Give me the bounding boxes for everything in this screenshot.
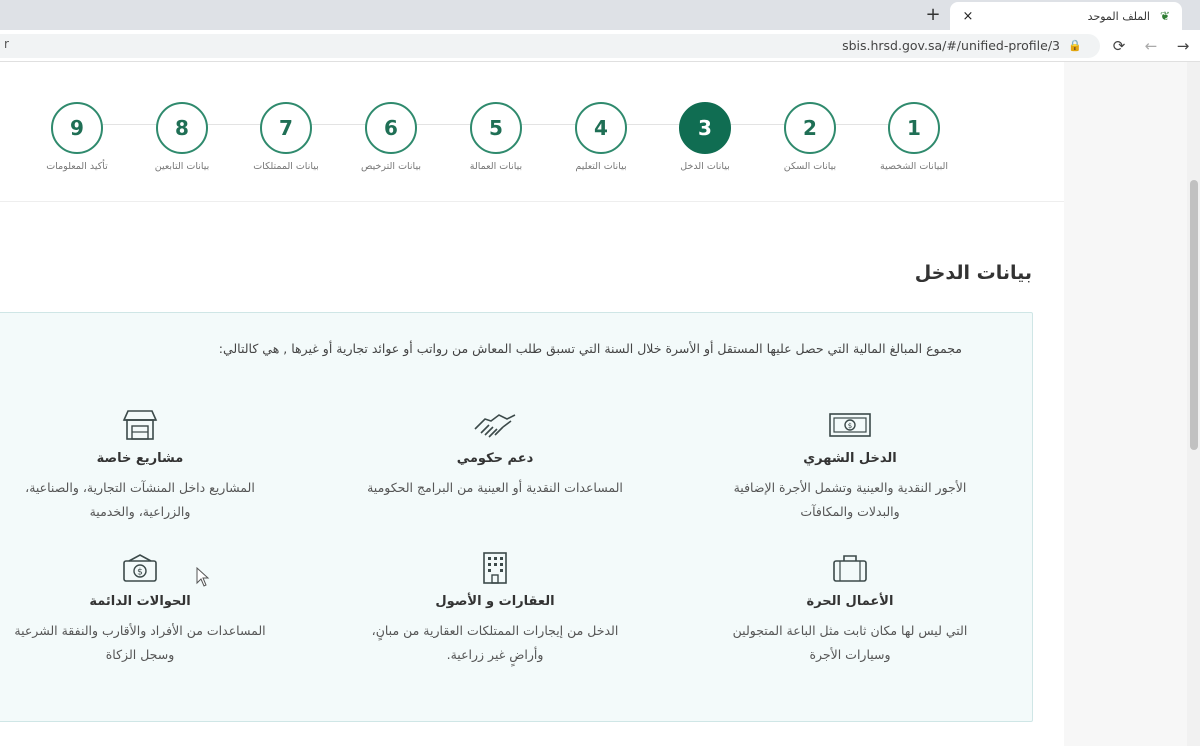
step-number: 7: [260, 102, 312, 154]
step-number: 8: [156, 102, 208, 154]
step-number: 1: [888, 102, 940, 154]
back-icon[interactable]: →: [1172, 35, 1194, 57]
step-6[interactable]: 6 بيانات الترخيص: [331, 102, 451, 172]
step-number: 5: [470, 102, 522, 154]
income-card-monthly: $ الدخل الشهري الأجور النقدية والعينية و…: [685, 407, 1015, 524]
building-icon: [330, 550, 660, 586]
step-label: بيانات العمالة: [469, 161, 523, 172]
page-gutter: [1064, 62, 1187, 746]
mouse-cursor-icon: [196, 567, 210, 587]
step-3[interactable]: 3 بيانات الدخل: [645, 102, 765, 172]
reload-icon[interactable]: ⟳: [1108, 35, 1130, 57]
browser-tabstrip: + ❦ الملف الموحد ×: [0, 0, 1200, 30]
browser-tab[interactable]: ❦ الملف الموحد ×: [950, 2, 1182, 30]
step-label: بيانات السكن: [783, 161, 837, 172]
lock-icon[interactable]: 🔒: [1068, 39, 1082, 52]
tab-title: الملف الموحد: [1087, 9, 1150, 23]
svg-text:$: $: [137, 568, 143, 578]
card-description: المساعدات النقدية أو العينية من البرامج …: [367, 480, 623, 495]
card-description: الأجور النقدية والعينية وتشمل الأجرة الإ…: [733, 480, 967, 519]
browser-toolbar: r sbis.hrsd.gov.sa/#/unified-profile/3 🔒: [0, 30, 1200, 62]
handshake-icon: [330, 407, 660, 443]
step-4[interactable]: 4 بيانات التعليم: [541, 102, 661, 172]
svg-text:$: $: [848, 422, 852, 430]
forward-icon[interactable]: ←: [1140, 35, 1162, 57]
step-1[interactable]: 1 البيانات الشخصية: [854, 102, 974, 172]
step-label: بيانات الدخل: [680, 161, 730, 172]
address-bar-left-text: r: [4, 37, 9, 51]
step-number: 2: [784, 102, 836, 154]
step-number: 6: [365, 102, 417, 154]
briefcase-icon: [685, 550, 1015, 586]
step-label: البيانات الشخصية: [879, 161, 948, 172]
step-9[interactable]: 9 تأكيد المعلومات: [17, 102, 137, 172]
income-card-freelance: الأعمال الحرة التي ليس لها مكان ثابت مثل…: [685, 550, 1015, 667]
new-tab-button[interactable]: +: [922, 3, 944, 25]
income-card-private-projects: مشاريع خاصة المشاريع داخل المنشآت التجار…: [0, 407, 305, 524]
step-label: بيانات التعليم: [575, 161, 627, 172]
step-5[interactable]: 5 بيانات العمالة: [436, 102, 556, 172]
card-title: مشاريع خاصة: [96, 451, 184, 466]
income-card-remittances: $ الحوالات الدائمة المساعدات من الأفراد …: [0, 550, 305, 667]
step-number: 3: [679, 102, 731, 154]
card-description: المشاريع داخل المنشآت التجارية، والصناعي…: [25, 480, 255, 519]
step-label: بيانات الترخيص: [361, 161, 421, 172]
step-7[interactable]: 7 بيانات الممتلكات: [226, 102, 346, 172]
scrollbar-thumb[interactable]: [1190, 180, 1198, 450]
url-text[interactable]: sbis.hrsd.gov.sa/#/unified-profile/3: [842, 38, 1060, 53]
step-2[interactable]: 2 بيانات السكن: [750, 102, 870, 172]
step-label: بيانات الممتلكات: [253, 161, 319, 172]
income-card-government: دعم حكومي المساعدات النقدية أو العينية م…: [330, 407, 660, 500]
card-description: التي ليس لها مكان ثابت مثل الباعة المتجو…: [732, 623, 968, 662]
card-title: الأعمال الحرة: [806, 594, 894, 609]
site-favicon-icon: ❦: [1159, 9, 1171, 23]
card-title: الحوالات الدائمة: [89, 594, 191, 609]
step-label: تأكيد المعلومات: [46, 161, 108, 172]
card-description: المساعدات من الأفراد والأقارب والنفقة ال…: [14, 623, 266, 662]
income-card-real-estate: العقارات و الأصول الدخل من إيجارات الممت…: [330, 550, 660, 667]
card-title: دعم حكومي: [456, 451, 534, 466]
step-number: 4: [575, 102, 627, 154]
section-title: بيانات الدخل: [914, 262, 1032, 284]
step-label: بيانات التابعين: [154, 161, 210, 172]
address-bar[interactable]: r sbis.hrsd.gov.sa/#/unified-profile/3 🔒: [0, 34, 1100, 58]
card-title: الدخل الشهري: [803, 451, 897, 466]
step-number: 9: [51, 102, 103, 154]
card-description: الدخل من إيجارات الممتلكات العقارية من م…: [371, 623, 619, 662]
tab-close-icon[interactable]: ×: [958, 6, 978, 26]
store-icon: [0, 407, 305, 443]
cash-icon: $: [685, 407, 1015, 443]
card-title: العقارات و الأصول: [435, 594, 555, 609]
money-transfer-icon: $: [0, 550, 305, 586]
step-8[interactable]: 8 بيانات التابعين: [122, 102, 242, 172]
income-intro-text: مجموع المبالغ المالية التي حصل عليها الم…: [218, 341, 962, 356]
